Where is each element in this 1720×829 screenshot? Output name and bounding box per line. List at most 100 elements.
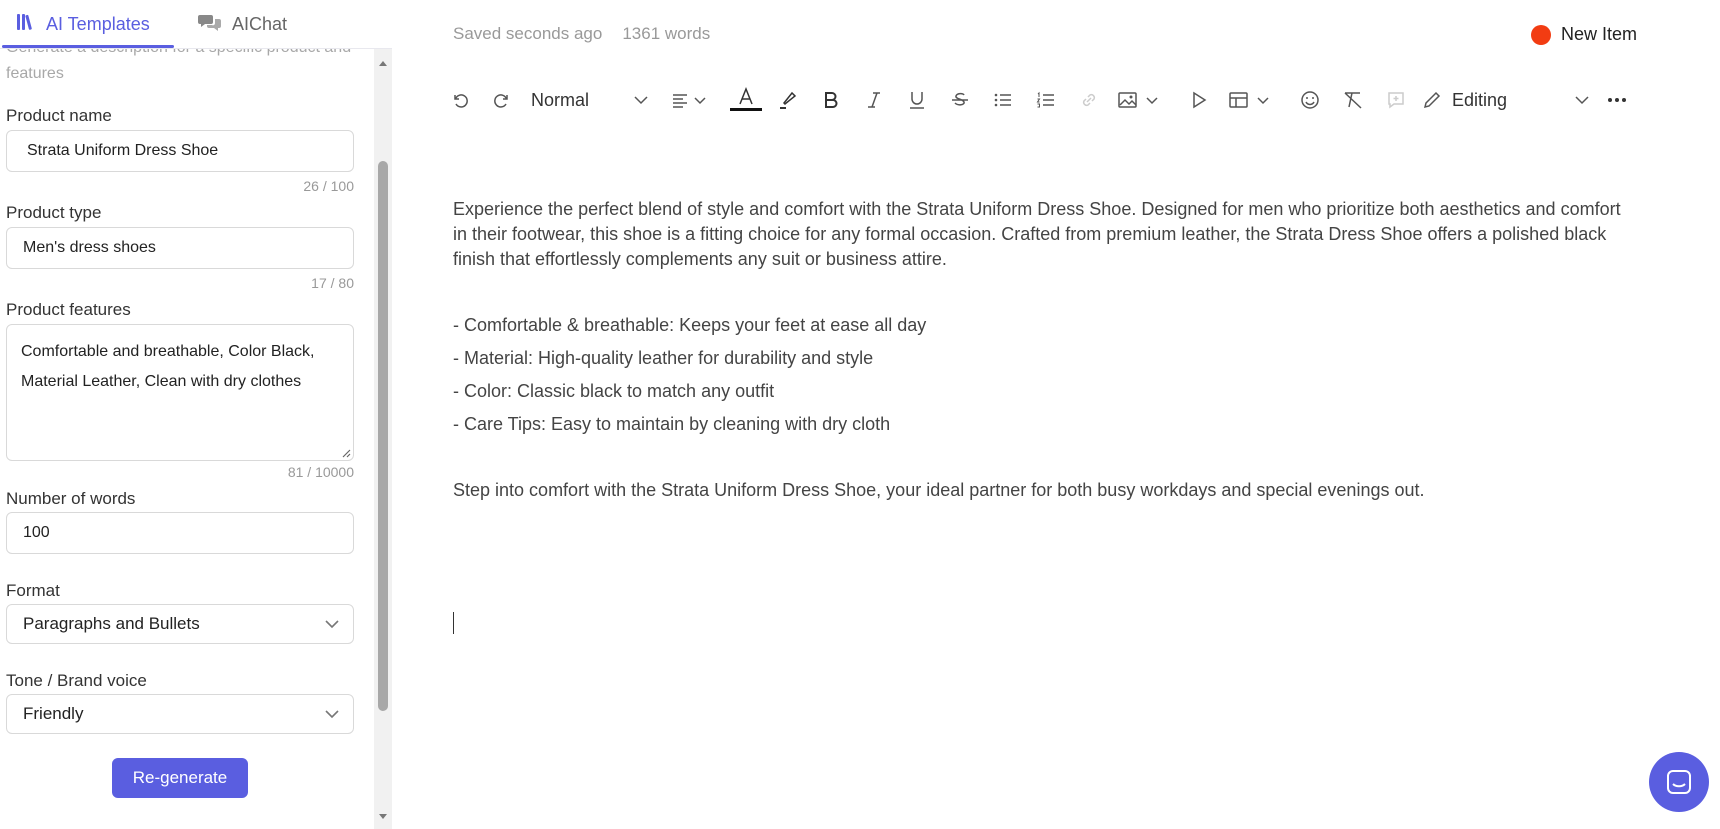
- clear-formatting-icon: [1344, 92, 1362, 109]
- numbered-list-icon: [1036, 91, 1054, 108]
- tone-select[interactable]: Friendly: [6, 694, 354, 734]
- new-item-label: New Item: [1561, 24, 1638, 44]
- emoji-icon: [1301, 91, 1319, 109]
- align-button[interactable]: [666, 80, 714, 120]
- tone-select-value: Friendly: [23, 704, 84, 723]
- app-window: AI Templates AIChat Generate a descripti…: [0, 0, 1720, 829]
- media-play-button[interactable]: [1181, 80, 1217, 120]
- document-status: Saved seconds ago 1361 words: [453, 24, 710, 44]
- align-left-icon: [673, 94, 706, 108]
- tab-aichat-label: AIChat: [232, 14, 288, 34]
- clear-formatting-button[interactable]: [1335, 80, 1371, 120]
- bullet-item: - Material: High-quality leather for dur…: [453, 348, 874, 368]
- product-type-input[interactable]: Men's dress shoes: [6, 227, 354, 269]
- editing-mode-select[interactable]: Editing: [1422, 80, 1592, 120]
- tab-ai-templates-label: AI Templates: [46, 14, 150, 34]
- tab-ai-templates[interactable]: AI Templates: [16, 0, 150, 49]
- strikethrough-icon: [952, 92, 968, 106]
- redo-icon: [494, 94, 508, 108]
- format-label: Format: [6, 581, 60, 600]
- text-color-icon: [730, 86, 762, 111]
- scroll-down-arrow-icon[interactable]: [378, 811, 388, 821]
- image-button[interactable]: [1114, 80, 1166, 120]
- text-color-button[interactable]: [728, 80, 764, 120]
- product-features-label: Product features: [6, 300, 131, 319]
- tab-aichat[interactable]: AIChat: [198, 0, 287, 49]
- chevron-down-icon: [325, 710, 339, 719]
- undo-button[interactable]: [442, 80, 478, 120]
- image-icon: [1118, 92, 1158, 108]
- product-name-counter: 26 / 100: [303, 178, 354, 194]
- more-options-button[interactable]: [1602, 80, 1632, 120]
- scroll-up-arrow-icon[interactable]: [378, 59, 388, 69]
- more-horizontal-icon: [1608, 98, 1626, 102]
- library-icon: [16, 12, 36, 37]
- format-select-value: Paragraphs and Bullets: [23, 614, 200, 633]
- chevron-down-icon: [1575, 96, 1589, 105]
- template-description: Generate a description for a specific pr…: [6, 49, 351, 82]
- product-features-counter: 81 / 10000: [287, 464, 354, 480]
- link-icon: [1082, 93, 1096, 107]
- bullet-list-icon: [994, 93, 1011, 107]
- undo-icon: [454, 94, 468, 108]
- template-form: Generate a description for a specific pr…: [0, 49, 374, 829]
- bold-button[interactable]: [813, 80, 849, 120]
- text-style-value: Normal: [531, 89, 590, 110]
- table-icon: [1229, 92, 1269, 108]
- bullet-list-button[interactable]: [985, 80, 1021, 120]
- word-count: 1361 words: [622, 24, 711, 43]
- chevron-down-icon: [634, 96, 648, 105]
- emoji-button[interactable]: [1292, 80, 1328, 120]
- number-of-words-input[interactable]: 100: [6, 512, 354, 554]
- chat-icon: [1667, 770, 1691, 794]
- underline-icon: [910, 92, 924, 109]
- tone-label: Tone / Brand voice: [6, 671, 147, 690]
- comment-button[interactable]: [1378, 80, 1414, 120]
- scrollbar-thumb[interactable]: [378, 161, 388, 711]
- bold-icon: [825, 92, 838, 108]
- italic-button[interactable]: [856, 80, 892, 120]
- feature-bullet-list: - Comfortable & breathable: Keeps your f…: [453, 313, 1453, 445]
- editing-mode-value: Editing: [1452, 89, 1508, 110]
- table-button[interactable]: [1225, 80, 1277, 120]
- number-of-words-label: Number of words: [6, 489, 136, 508]
- regenerate-button[interactable]: Re-generate: [112, 758, 248, 798]
- panel-tabs: AI Templates AIChat: [0, 0, 392, 49]
- closing-paragraph: Step into comfort with the Strata Unifor…: [453, 480, 1425, 500]
- chevron-down-icon: [325, 620, 339, 629]
- panel-scrollbar[interactable]: [374, 49, 392, 829]
- pencil-icon: [1423, 91, 1441, 109]
- product-name-input[interactable]: Strata Uniform Dress Shoe: [6, 130, 354, 172]
- product-name-label: Product name: [6, 106, 112, 125]
- product-features-textarea[interactable]: Comfortable and breathable, Color Black,…: [6, 324, 354, 461]
- chat-bubbles-icon: [198, 12, 222, 37]
- document-body[interactable]: Experience the perfect blend of style an…: [453, 197, 1633, 272]
- document-editor: Saved seconds ago 1361 words New Item No…: [392, 0, 1720, 829]
- format-select[interactable]: Paragraphs and Bullets: [6, 604, 354, 644]
- play-icon: [1193, 91, 1207, 109]
- resize-handle-icon[interactable]: [341, 448, 351, 458]
- underline-button[interactable]: [899, 80, 935, 120]
- bullet-item: - Comfortable & breathable: Keeps your f…: [453, 315, 927, 335]
- bullet-item: - Care Tips: Easy to maintain by cleanin…: [453, 414, 891, 434]
- link-button[interactable]: [1071, 80, 1107, 120]
- bullet-item: - Color: Classic black to match any outf…: [453, 381, 775, 401]
- highlighter-icon: [780, 91, 797, 109]
- template-panel: AI Templates AIChat Generate a descripti…: [0, 0, 392, 829]
- product-type-label: Product type: [6, 203, 102, 222]
- product-features-text: Comfortable and breathable, Color Black,…: [21, 343, 315, 390]
- intro-paragraph: Experience the perfect blend of style an…: [453, 199, 1621, 269]
- text-style-dropdown[interactable]: [629, 80, 653, 120]
- redo-button[interactable]: [484, 80, 520, 120]
- saved-status: Saved seconds ago: [453, 24, 603, 43]
- support-chat-button[interactable]: [1649, 752, 1709, 812]
- active-tab-indicator: [2, 45, 174, 48]
- numbered-list-button[interactable]: [1028, 80, 1064, 120]
- new-item-button[interactable]: New Item: [1531, 24, 1637, 45]
- editor-toolbar: Normal Editing: [442, 80, 1682, 120]
- italic-icon: [868, 92, 880, 108]
- text-cursor: [453, 612, 454, 634]
- strikethrough-button[interactable]: [942, 80, 978, 120]
- highlight-button[interactable]: [770, 80, 806, 120]
- status-dot: [1531, 24, 1551, 45]
